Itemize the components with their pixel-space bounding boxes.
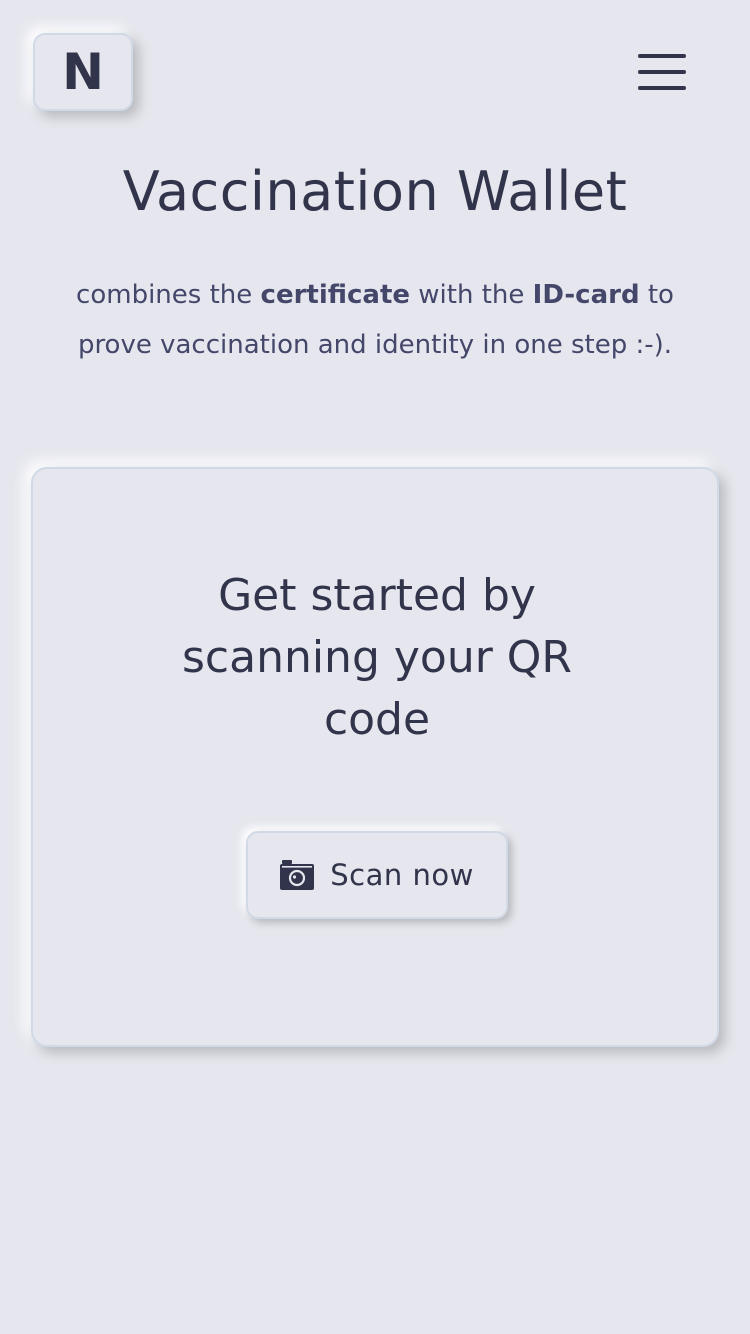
subtitle-bold-certificate: certificate — [260, 280, 411, 310]
scan-now-label: Scan now — [330, 858, 474, 892]
logo-letter: N — [62, 43, 104, 101]
page-title: Vaccination Wallet — [122, 160, 628, 223]
menu-bar-top — [638, 54, 686, 58]
card-heading: Get started by scanning your QR code — [181, 570, 572, 745]
camera-icon — [280, 860, 315, 890]
logo-button[interactable]: N — [33, 33, 133, 111]
page: N Vaccination Wallet combines the certif… — [0, 0, 750, 1334]
scan-now-button[interactable]: Scan now — [246, 831, 508, 919]
menu-bar-middle — [638, 70, 686, 74]
scan-card: Get started by scanning your QR code Sca… — [31, 467, 719, 1047]
page-subtitle: combines the certificate with the ID-car… — [40, 270, 710, 370]
menu-bar-bottom — [638, 86, 686, 90]
subtitle-text-1: combines the — [76, 280, 261, 310]
subtitle-text-2: with the — [410, 280, 533, 310]
hamburger-menu-icon[interactable] — [632, 48, 692, 96]
subtitle-bold-id-card: ID-card — [532, 280, 640, 310]
